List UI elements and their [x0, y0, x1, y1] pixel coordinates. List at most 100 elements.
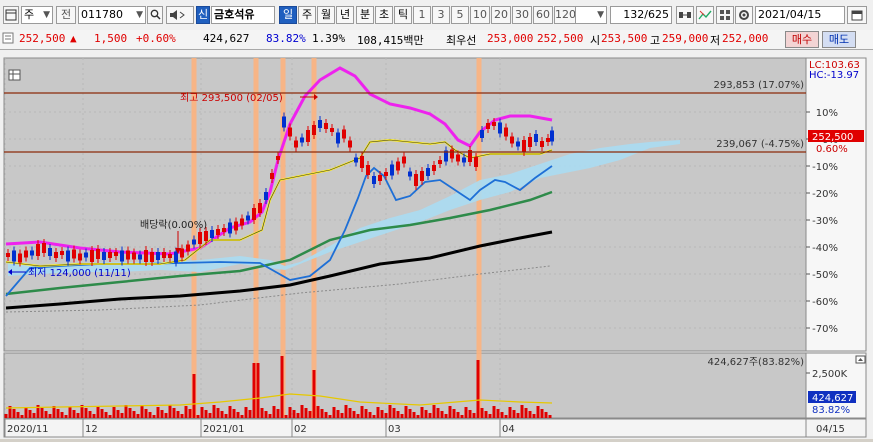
candle-body: [234, 221, 238, 231]
volume-bar: [28, 410, 32, 418]
pct-label: -20%: [812, 189, 838, 200]
volume-bar: [136, 414, 140, 418]
pct-label: -30%: [812, 216, 838, 227]
price-pane: [3, 57, 807, 352]
period-tab-5[interactable]: 초: [375, 6, 393, 24]
candle-body: [72, 249, 76, 259]
interval-tab-30[interactable]: 30: [512, 6, 532, 24]
period-tab-6[interactable]: 틱: [394, 6, 412, 24]
volume-bar: [56, 409, 60, 418]
chart-area[interactable]: 293,853 (17.07%) 239,067 (-4.75%) 최고 293…: [0, 50, 873, 439]
chevron-down-icon: ▼: [597, 10, 604, 20]
volume-bar: [484, 411, 488, 418]
volume-bar: [360, 406, 364, 418]
grid-icon[interactable]: [716, 6, 734, 24]
candle-body: [66, 250, 70, 262]
volume-bar: [328, 415, 332, 418]
calendar-icon[interactable]: [847, 6, 867, 24]
candle-body: [498, 122, 502, 134]
volume-bar: [180, 414, 184, 418]
date-field[interactable]: 2021/04/15: [755, 6, 845, 24]
volume-bar: [100, 409, 104, 418]
volume-bar: [528, 411, 532, 418]
gear-icon[interactable]: [735, 6, 753, 24]
search-button[interactable]: [147, 6, 163, 24]
volume-bar: [316, 406, 320, 418]
event-highlight-bar: [311, 58, 317, 418]
amount-value: 108,415백만: [357, 34, 424, 47]
candle-body: [84, 252, 88, 258]
volume-bar: [148, 412, 152, 418]
volume-bar: [240, 415, 244, 418]
count-field[interactable]: 132/625: [610, 6, 672, 24]
volume-ratio: 83.82%: [266, 32, 306, 45]
interval-tab-10[interactable]: 10: [470, 6, 490, 24]
chart-type-select[interactable]: 주 ▼: [21, 6, 53, 24]
volume-bar: [88, 411, 92, 418]
candle-body: [276, 156, 280, 160]
date-axis: [3, 418, 807, 438]
interval-tab-1[interactable]: 1: [413, 6, 431, 24]
toggle-icon[interactable]: [676, 6, 694, 24]
stock-name-field[interactable]: 금호석유: [211, 6, 275, 24]
candle-body: [462, 157, 466, 163]
volume-bar: [340, 413, 344, 418]
candle-body: [282, 116, 286, 128]
interval-tab-60[interactable]: 60: [533, 6, 553, 24]
buy-button[interactable]: 매수: [785, 31, 819, 48]
date-label: 2020/11: [7, 424, 49, 435]
volume-bar: [508, 407, 512, 418]
candle-body: [180, 248, 184, 258]
prev-label: 전: [60, 8, 72, 21]
interval-tab-5[interactable]: 5: [451, 6, 469, 24]
date-label: 02: [294, 424, 307, 435]
chart-tool-icon[interactable]: [696, 6, 714, 24]
volume-bar: [140, 406, 144, 418]
candle-body: [528, 137, 532, 147]
high-value: 259,000: [662, 32, 709, 45]
candle-body: [474, 157, 478, 167]
volume-bar: [260, 408, 264, 418]
volume-bar: [220, 411, 224, 418]
interval-custom-input[interactable]: ▼: [575, 6, 607, 24]
period-tab-0[interactable]: 일: [279, 6, 297, 24]
volume-bar: [412, 412, 416, 418]
volume-bar: [432, 405, 436, 418]
settings-grid-icon[interactable]: [8, 69, 21, 81]
volume-settings-icon[interactable]: [855, 355, 866, 364]
interval-tab-120[interactable]: 120: [554, 6, 576, 24]
period-tab-3[interactable]: 년: [336, 6, 354, 24]
candle-body: [360, 156, 364, 168]
candle-body: [390, 164, 394, 176]
period-tab-2[interactable]: 월: [317, 6, 335, 24]
price-chart[interactable]: 293,853 (17.07%) 239,067 (-4.75%) 최고 293…: [0, 50, 873, 439]
sound-button[interactable]: [166, 6, 194, 24]
volume-bar: [376, 407, 380, 418]
volume-bar: [512, 410, 516, 418]
interval-tab-20[interactable]: 20: [491, 6, 511, 24]
interval-tab-3[interactable]: 3: [432, 6, 450, 24]
volume-bar: [500, 412, 504, 418]
candle-body: [426, 168, 430, 176]
prev-button[interactable]: 전: [56, 6, 76, 24]
volume-bar: [264, 411, 268, 418]
candle-body: [480, 130, 484, 138]
volume-bar: [40, 408, 44, 418]
sell-button[interactable]: 매도: [822, 31, 856, 48]
candle-body: [294, 140, 298, 148]
volume-bar: [516, 413, 520, 418]
volume-bar: [452, 409, 456, 418]
volume-bar: [300, 405, 304, 418]
candle-body: [12, 250, 16, 262]
candle-body: [408, 171, 412, 177]
window-icon[interactable]: [3, 6, 19, 24]
candle-body: [510, 136, 514, 144]
period-tab-4[interactable]: 분: [356, 6, 374, 24]
stock-code-input[interactable]: 011780 ▼: [78, 6, 146, 24]
volume-bar: [456, 412, 460, 418]
volume-bar: [92, 414, 96, 418]
volume-bar: [252, 363, 256, 418]
volume-bar: [248, 410, 252, 418]
date-label: 2021/01: [203, 424, 245, 435]
period-tab-1[interactable]: 주: [298, 6, 316, 24]
